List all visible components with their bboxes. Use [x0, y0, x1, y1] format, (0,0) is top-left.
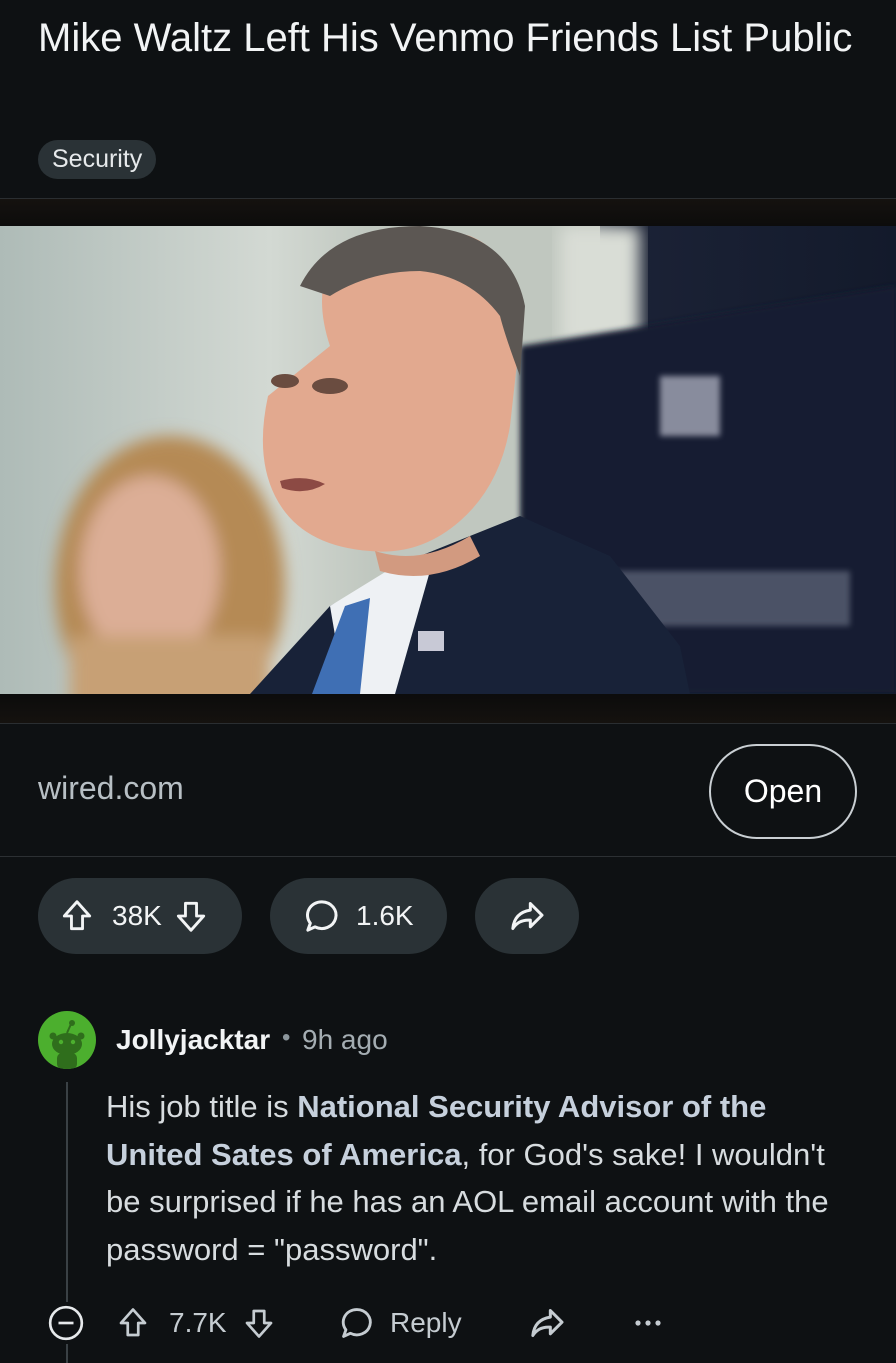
comment-vote-count: 7.7K: [169, 1307, 227, 1338]
arrow-up-icon[interactable]: [58, 897, 96, 935]
arrow-down-icon[interactable]: [172, 897, 210, 935]
share-arrow-icon: [527, 1303, 567, 1343]
post-share-button[interactable]: [475, 878, 579, 954]
open-link-button[interactable]: Open: [709, 744, 857, 839]
collapse-thread-button[interactable]: [46, 1300, 86, 1346]
post-comments-button[interactable]: 1.6K: [270, 878, 447, 954]
post-flair[interactable]: Security: [38, 140, 157, 179]
comment-body: His job title is National Security Advis…: [106, 1083, 866, 1273]
speech-bubble-icon: [338, 1304, 376, 1342]
post-comment-count: 1.6K: [356, 900, 414, 931]
thread-line[interactable]: [66, 1082, 68, 1302]
link-domain[interactable]: wired.com: [38, 770, 184, 807]
comment-time: 9h ago: [302, 1024, 388, 1055]
more-options-button[interactable]: [633, 1300, 663, 1346]
reply-button[interactable]: Reply: [338, 1300, 462, 1346]
comment-text: His job title is: [106, 1089, 298, 1124]
arrow-up-icon[interactable]: [115, 1305, 151, 1341]
comment-share-button[interactable]: [527, 1300, 567, 1346]
avatar[interactable]: [38, 1011, 96, 1069]
reply-label: Reply: [390, 1307, 462, 1338]
ellipsis-icon: [633, 1317, 663, 1329]
comment-username[interactable]: Jollyjacktar: [116, 1024, 270, 1056]
post-title: Mike Waltz Left His Venmo Friends List P…: [38, 16, 853, 60]
share-arrow-icon: [507, 896, 547, 936]
minus-circle-icon: [46, 1303, 86, 1343]
speech-bubble-icon: [302, 896, 342, 936]
thread-line[interactable]: [66, 1344, 68, 1363]
post-upvote-count: 38K: [112, 900, 162, 931]
arrow-down-icon[interactable]: [241, 1305, 277, 1341]
post-vote-pill: 38K: [38, 878, 242, 954]
comment-vote-group: 7.7K: [115, 1300, 277, 1346]
post-image[interactable]: [0, 226, 896, 694]
separator-dot: •: [282, 1024, 291, 1051]
